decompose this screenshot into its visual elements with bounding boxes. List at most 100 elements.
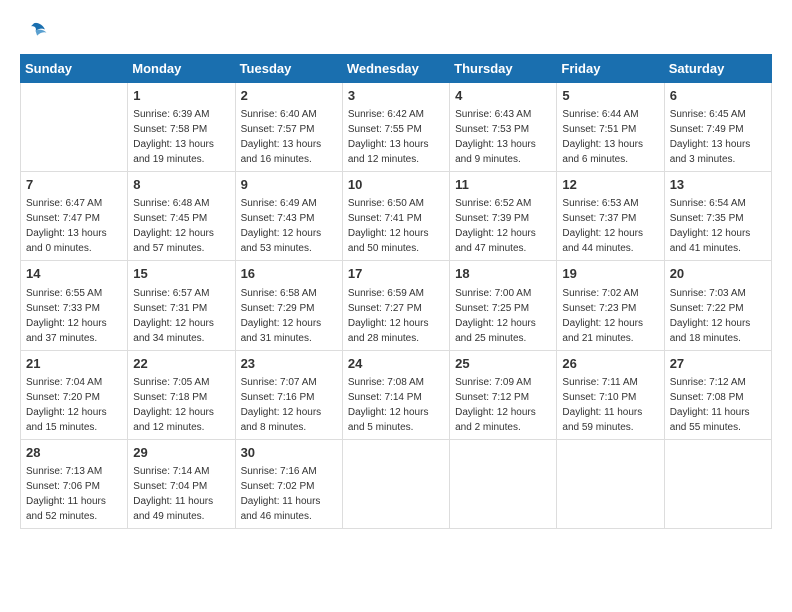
day-number: 13 (670, 176, 766, 194)
calendar-cell: 11 Sunrise: 6:52 AM Sunset: 7:39 PM Dayligh… (450, 172, 557, 261)
daylight-text: Daylight: 12 hours and 50 minutes. (348, 228, 429, 254)
day-number: 18 (455, 265, 551, 283)
sunrise-text: Sunrise: 6:47 AM (26, 198, 102, 209)
day-number: 11 (455, 176, 551, 194)
sunset-text: Sunset: 7:39 PM (455, 213, 529, 224)
calendar-cell: 9Sunrise: 6:49 AMSunset: 7:43 PMDaylight… (235, 172, 342, 261)
daylight-text: Daylight: 12 hours and 21 minutes. (562, 318, 643, 344)
calendar-cell: 4Sunrise: 6:43 AMSunset: 7:53 PMDaylight… (450, 83, 557, 172)
calendar-cell: 15Sunrise: 6:57 AMSunset: 7:31 PMDayligh… (128, 261, 235, 350)
day-header-wednesday: Wednesday (342, 55, 449, 83)
sunrise-text: Sunrise: 7:03 AM (670, 288, 746, 299)
calendar-cell: 26 Sunrise: 7:11 AM Sunset: 7:10 PM Dayligh… (557, 350, 664, 439)
sunset-text: Sunset: 7:23 PM (562, 303, 636, 314)
daylight-text: Daylight: 11 hours and 59 minutes. (562, 407, 642, 433)
day-number: 28 (26, 444, 122, 462)
sunrise-text: Sunrise: 6:58 AM (241, 288, 317, 299)
day-header-sunday: Sunday (21, 55, 128, 83)
daylight-text: Daylight: 12 hours and 41 minutes. (670, 228, 751, 254)
daylight-text: Daylight: 11 hours and 52 minutes. (26, 496, 106, 522)
day-number: 23 (241, 355, 337, 373)
general-blue-logo-icon (20, 20, 48, 42)
sunset-text: Sunset: 7:08 PM (670, 392, 744, 403)
calendar-cell: 8Sunrise: 6:48 AMSunset: 7:45 PMDaylight… (128, 172, 235, 261)
calendar-cell: 13Sunrise: 6:54 AMSunset: 7:35 PMDayligh… (664, 172, 771, 261)
calendar-table: SundayMondayTuesdayWednesdayThursdayFrid… (20, 54, 772, 529)
sunrise-text: Sunrise: 6:52 AM (455, 198, 531, 209)
day-number: 4 (455, 87, 551, 105)
sunset-text: Sunset: 7:02 PM (241, 481, 315, 492)
sunrise-text: Sunrise: 6:45 AM (670, 109, 746, 120)
daylight-text: Daylight: 12 hours and 34 minutes. (133, 318, 214, 344)
sunset-text: Sunset: 7:25 PM (455, 303, 529, 314)
calendar-cell: 24Sunrise: 7:08 AMSunset: 7:14 PMDayligh… (342, 350, 449, 439)
calendar-cell (342, 439, 449, 528)
daylight-text: Daylight: 11 hours and 49 minutes. (133, 496, 213, 522)
day-number: 21 (26, 355, 122, 373)
calendar-cell: 23 Sunrise: 7:07 AM Sunset: 7:16 PM Dayligh… (235, 350, 342, 439)
calendar-week-2: 7 Sunrise: 6:47 AM Sunset: 7:47 PM Daylight… (21, 172, 772, 261)
day-number: 17 (348, 265, 444, 283)
day-number: 15 (133, 265, 229, 283)
sunrise-text: Sunrise: 7:07 AM (241, 377, 317, 388)
sunset-text: Sunset: 7:58 PM (133, 124, 207, 135)
sunrise-text: Sunrise: 7:11 AM (562, 377, 637, 388)
day-number: 9 (241, 176, 337, 194)
sunrise-text: Sunrise: 6:43 AM (455, 109, 531, 120)
calendar-cell (557, 439, 664, 528)
calendar-week-4: 21 Sunrise: 7:04 AM Sunset: 7:20 PM Dayligh… (21, 350, 772, 439)
day-number: 27 (670, 355, 766, 373)
daylight-text: Daylight: 11 hours and 46 minutes. (241, 496, 321, 522)
sunset-text: Sunset: 7:10 PM (562, 392, 636, 403)
daylight-text: Daylight: 11 hours and 55 minutes. (670, 407, 750, 433)
sunrise-text: Sunrise: 7:00 AM (455, 288, 531, 299)
daylight-text: Daylight: 13 hours and 12 minutes. (348, 139, 429, 165)
sunset-text: Sunset: 7:51 PM (562, 124, 636, 135)
calendar-cell: 21Sunrise: 7:04 AMSunset: 7:20 PMDayligh… (21, 350, 128, 439)
sunset-text: Sunset: 7:57 PM (241, 124, 315, 135)
daylight-text: Daylight: 12 hours and 8 minutes. (241, 407, 322, 433)
day-number: 1 (133, 87, 229, 105)
sunset-text: Sunset: 7:27 PM (348, 303, 422, 314)
day-number: 19 (562, 265, 658, 283)
sunrise-text: Sunrise: 7:09 AM (455, 377, 531, 388)
day-number: 20 (670, 265, 766, 283)
calendar-week-3: 14Sunrise: 6:55 AMSunset: 7:33 PMDayligh… (21, 261, 772, 350)
sunset-text: Sunset: 7:20 PM (26, 392, 100, 403)
daylight-text: Daylight: 13 hours and 19 minutes. (133, 139, 214, 165)
daylight-text: Daylight: 12 hours and 28 minutes. (348, 318, 429, 344)
calendar-cell: 12Sunrise: 6:53 AMSunset: 7:37 PMDayligh… (557, 172, 664, 261)
sunset-text: Sunset: 7:14 PM (348, 392, 422, 403)
sunrise-text: Sunrise: 6:50 AM (348, 198, 424, 209)
calendar-cell (21, 83, 128, 172)
sunrise-text: Sunrise: 7:08 AM (348, 377, 424, 388)
daylight-text: Daylight: 12 hours and 47 minutes. (455, 228, 536, 254)
sunset-text: Sunset: 7:16 PM (241, 392, 315, 403)
day-number: 29 (133, 444, 229, 462)
day-number: 26 (562, 355, 658, 373)
sunrise-text: Sunrise: 6:59 AM (348, 288, 424, 299)
sunrise-text: Sunrise: 6:40 AM (241, 109, 317, 120)
sunrise-text: Sunrise: 7:04 AM (26, 377, 102, 388)
daylight-text: Daylight: 13 hours and 0 minutes. (26, 228, 107, 254)
daylight-text: Daylight: 12 hours and 37 minutes. (26, 318, 107, 344)
day-number: 10 (348, 176, 444, 194)
sunset-text: Sunset: 7:12 PM (455, 392, 529, 403)
calendar-cell: 28Sunrise: 7:13 AMSunset: 7:06 PMDayligh… (21, 439, 128, 528)
day-number: 30 (241, 444, 337, 462)
day-number: 7 (26, 176, 122, 194)
day-number: 25 (455, 355, 551, 373)
sunset-text: Sunset: 7:35 PM (670, 213, 744, 224)
day-number: 12 (562, 176, 658, 194)
daylight-text: Daylight: 12 hours and 25 minutes. (455, 318, 536, 344)
calendar-cell: 29Sunrise: 7:14 AMSunset: 7:04 PMDayligh… (128, 439, 235, 528)
sunset-text: Sunset: 7:41 PM (348, 213, 422, 224)
daylight-text: Daylight: 12 hours and 44 minutes. (562, 228, 643, 254)
sunrise-text: Sunrise: 6:39 AM (133, 109, 209, 120)
sunrise-text: Sunrise: 6:44 AM (562, 109, 638, 120)
sunrise-text: Sunrise: 7:02 AM (562, 288, 638, 299)
day-number: 2 (241, 87, 337, 105)
sunset-text: Sunset: 7:47 PM (26, 213, 100, 224)
sunrise-text: Sunrise: 6:49 AM (241, 198, 317, 209)
sunrise-text: Sunrise: 7:05 AM (133, 377, 209, 388)
